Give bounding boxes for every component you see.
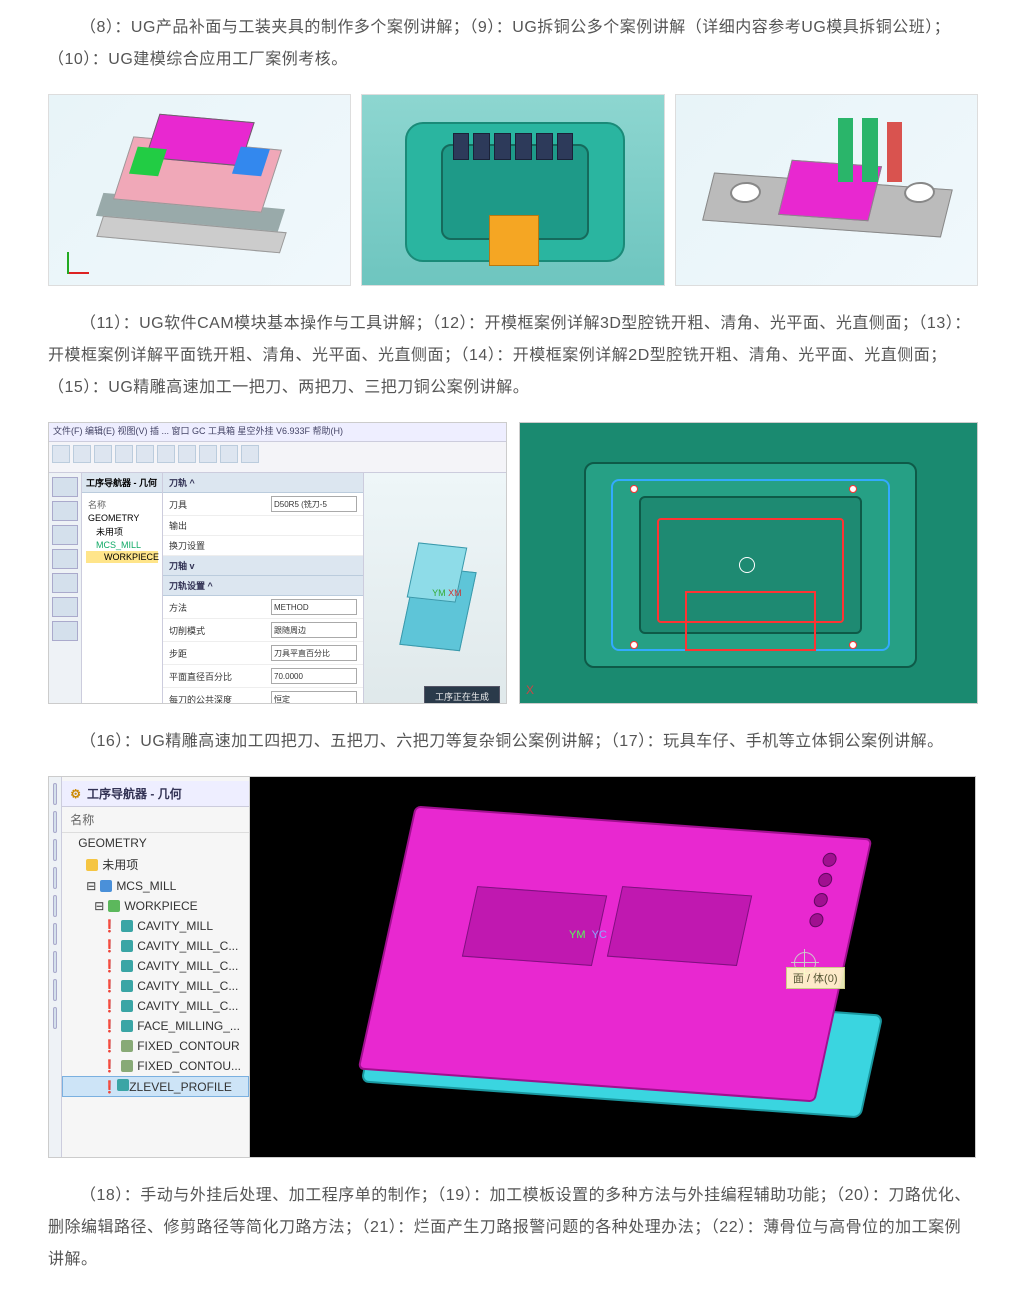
rail-icon[interactable] xyxy=(53,839,57,861)
tree-item[interactable]: GEOMETRY xyxy=(62,833,249,853)
toolbar[interactable] xyxy=(49,442,506,473)
op-icon xyxy=(121,1000,133,1012)
left-icon-rail-wide[interactable] xyxy=(49,777,62,1157)
tree-item[interactable]: ❗CAVITY_MILL_C... xyxy=(62,996,249,1016)
rail-icon[interactable] xyxy=(53,951,57,973)
tree-item[interactable]: ❗FIXED_CONTOUR xyxy=(62,1036,249,1056)
operation-panel[interactable]: 刀轨 ^ 刀具D50R5 (铣刀-5 输出 换刀设置 刀轴 v 刀轨设置 ^ 方… xyxy=(163,473,364,704)
op-icon xyxy=(117,1079,129,1091)
op-icon xyxy=(121,980,133,992)
image-row-1 xyxy=(48,94,976,286)
cam-viewport-wide[interactable]: YM YC 面 / 体(0) xyxy=(250,777,975,1157)
menubar[interactable]: 文件(F) 编辑(E) 视图(V) 插 ... 窗口 GC 工具箱 星空外挂 V… xyxy=(49,423,506,442)
operation-tree[interactable]: ⚙工序导航器 - 几何 名称 GEOMETRY 未用项 ⊟ MCS_MILL ⊟… xyxy=(62,777,249,1157)
rail-icon[interactable] xyxy=(53,923,57,945)
pin-icon[interactable]: ⚙ xyxy=(70,787,81,801)
tree-item-selected[interactable]: ❗ZLEVEL_PROFILE xyxy=(62,1076,249,1097)
op-icon xyxy=(121,1020,133,1032)
tree-item[interactable]: ❗CAVITY_MILL_C... xyxy=(62,976,249,996)
selection-tooltip: 面 / 体(0) xyxy=(786,967,845,989)
op-icon xyxy=(121,920,133,932)
op-icon xyxy=(121,960,133,972)
cad-thumbnail-3 xyxy=(675,94,978,286)
tree-item[interactable]: ❗FACE_MILLING_... xyxy=(62,1016,249,1036)
cam-viewport[interactable]: YM XM 工序正在生成 xyxy=(364,473,506,704)
tree-item[interactable]: ❗CAVITY_MILL_C... xyxy=(62,956,249,976)
paragraph-18-22: （18）：手动与外挂后处理、加工程序单的制作；（19）：加工模板设置的多种方法与… xyxy=(48,1180,976,1276)
cad-thumbnail-1 xyxy=(48,94,351,286)
op-icon xyxy=(121,1040,133,1052)
cam-screenshot-left: 文件(F) 编辑(E) 视图(V) 插 ... 窗口 GC 工具箱 星空外挂 V… xyxy=(48,422,507,704)
tree-item[interactable]: ❗CAVITY_MILL xyxy=(62,916,249,936)
paragraph-16-17: （16）：UG精雕高速加工四把刀、五把刀、六把刀等复杂铜公案例讲解；（17）：玩… xyxy=(48,726,976,758)
tree-item[interactable]: ❗FIXED_CONTOU... xyxy=(62,1056,249,1076)
rail-icon[interactable] xyxy=(53,895,57,917)
tree-item[interactable]: 未用项 xyxy=(62,853,249,876)
image-row-2: 文件(F) 编辑(E) 视图(V) 插 ... 窗口 GC 工具箱 星空外挂 V… xyxy=(48,422,976,704)
progress-dialog: 工序正在生成 xyxy=(424,686,500,704)
paragraph-11-15: （11）：UG软件CAM模块基本操作与工具讲解；（12）：开模框案例详解3D型腔… xyxy=(48,308,976,404)
rail-icon[interactable] xyxy=(53,867,57,889)
rail-icon[interactable] xyxy=(53,1007,57,1029)
cam-screenshot-wide: ⚙工序导航器 - 几何 名称 GEOMETRY 未用项 ⊟ MCS_MILL ⊟… xyxy=(48,776,976,1158)
cad-thumbnail-2 xyxy=(361,94,664,286)
rail-icon[interactable] xyxy=(53,979,57,1001)
tree-header: 工序导航器 - 几何 xyxy=(82,473,162,493)
paragraph-8-10: （8）：UG产品补面与工装夹具的制作多个案例讲解；（9）：UG拆铜公多个案例讲解… xyxy=(48,12,976,76)
rail-icon[interactable] xyxy=(53,811,57,833)
geometry-tree[interactable]: 名称 GEOMETRY 未用项 MCS_MILL WORKPIECE xyxy=(82,493,162,567)
left-icon-rail[interactable] xyxy=(49,473,82,704)
folder-icon xyxy=(86,859,98,871)
tree-item[interactable]: ❗CAVITY_MILL_C... xyxy=(62,936,249,956)
rail-icon[interactable] xyxy=(53,783,57,805)
tree-item[interactable]: ⊟ WORKPIECE xyxy=(62,896,249,916)
op-icon xyxy=(121,940,133,952)
mcs-icon xyxy=(100,880,112,892)
workpiece-icon xyxy=(108,900,120,912)
tree-item[interactable]: ⊟ MCS_MILL xyxy=(62,876,249,896)
cam-screenshot-right: X xyxy=(519,422,978,704)
op-icon xyxy=(121,1060,133,1072)
